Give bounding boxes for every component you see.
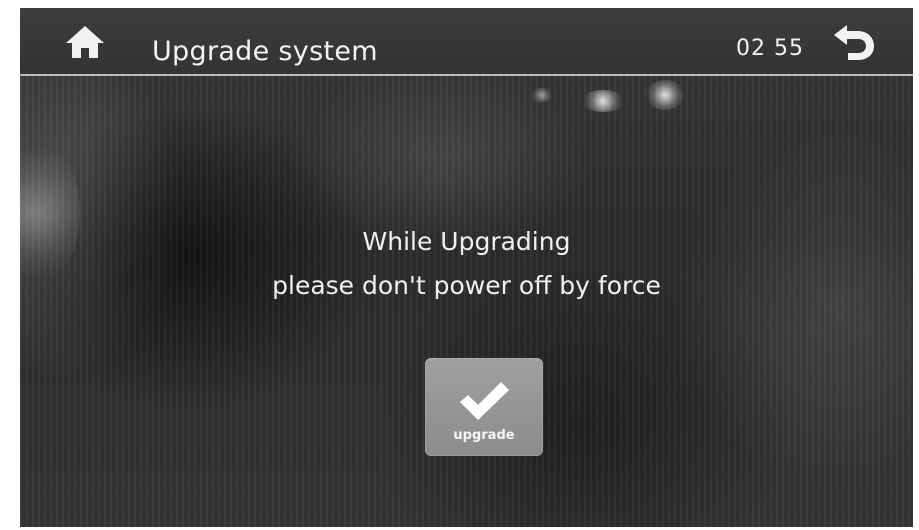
upgrade-button-label: upgrade: [453, 428, 515, 443]
photo-frame: Upgrade system 02 55 While Upgrading ple…: [0, 0, 919, 530]
home-icon: [66, 26, 104, 58]
light-glare: [20, 138, 80, 288]
light-glare: [580, 90, 626, 112]
warning-message-line-1: While Upgrading: [362, 227, 571, 256]
upgrade-button[interactable]: upgrade: [425, 358, 543, 456]
light-glare: [645, 80, 685, 110]
back-button[interactable]: [830, 24, 878, 62]
home-button[interactable]: [64, 24, 106, 60]
title-bar: Upgrade system 02 55: [20, 8, 913, 76]
page-title: Upgrade system: [152, 36, 378, 67]
device-screen: Upgrade system 02 55 While Upgrading ple…: [20, 8, 913, 527]
clock: 02 55: [736, 36, 804, 61]
back-arrow-icon: [834, 25, 874, 60]
checkmark-icon: [460, 382, 509, 420]
light-glare: [530, 88, 554, 102]
warning-message-line-2: please don't power off by force: [272, 271, 661, 300]
